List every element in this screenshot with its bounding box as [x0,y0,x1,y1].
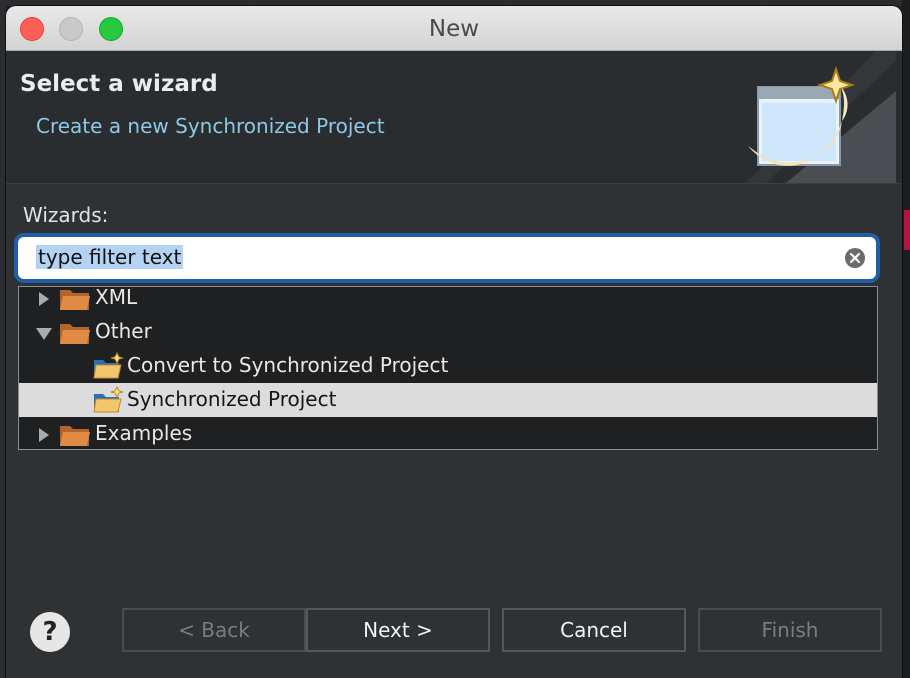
folder-open-icon [60,324,90,344]
back-button[interactable]: < Back [122,608,306,652]
tree-item-label: Other [95,319,152,343]
help-button[interactable]: ? [30,612,70,652]
wizard-banner-icon [746,51,896,183]
folder-icon [60,426,90,446]
background-right [902,0,910,678]
tree-item-convert-to-synchronized-project[interactable]: Convert to Synchronized Project [19,349,877,383]
folder-icon [60,290,90,310]
wizards-label: Wizards: [23,203,109,227]
tree-item-synchronized-project[interactable]: Synchronized Project [19,383,877,417]
filter-text[interactable]: type filter text [36,245,184,269]
next-button[interactable]: Next > [306,608,490,652]
cancel-button[interactable]: Cancel [502,608,686,652]
header-description: Create a new Synchronized Project [36,114,385,138]
filter-input[interactable]: type filter text [18,237,876,279]
tree-item-xml[interactable]: XML [19,286,877,315]
chevron-right-icon[interactable] [37,291,51,307]
new-project-icon [93,352,124,379]
window-title: New [428,16,480,42]
tree-item-label: Examples [95,421,193,445]
chevron-right-icon[interactable] [37,427,51,443]
filter-focus-ring: type filter text [14,233,880,283]
background-accent [904,210,910,250]
tree-item-label: Convert to Synchronized Project [127,353,449,377]
header-title: Select a wizard [20,71,218,97]
tree-item-examples[interactable]: Examples [19,417,877,449]
tree-item-label: XML [95,286,138,309]
clear-circle-x-icon[interactable] [844,247,866,269]
new-project-icon [93,386,124,413]
wizard-tree[interactable]: XML Other Convert to Synchronized Projec… [18,286,878,450]
chevron-down-icon[interactable] [35,327,53,341]
finish-button[interactable]: Finish [698,608,882,652]
tree-item-other[interactable]: Other [19,315,877,349]
wizard-header: Select a wizard Create a new Synchronize… [6,51,902,184]
tree-item-label: Synchronized Project [127,387,337,411]
titlebar: New [6,6,902,51]
